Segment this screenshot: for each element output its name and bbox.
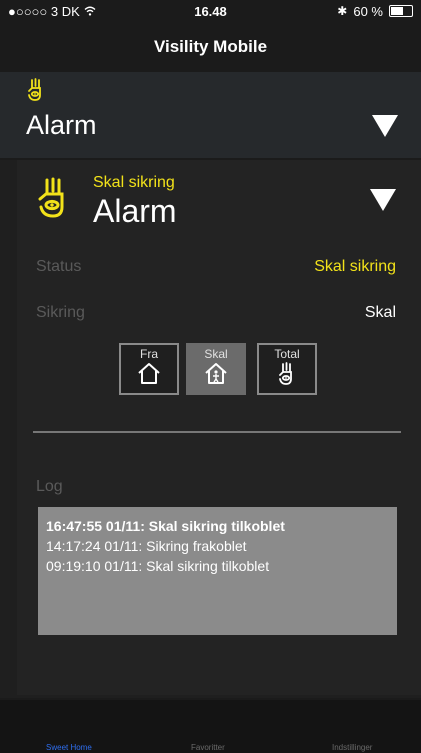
tab-indstillinger[interactable]: Indstillinger (332, 743, 372, 752)
item-collapse-icon[interactable] (370, 189, 396, 211)
log-entry: 14:17:24 01/11: Sikring frakoblet (46, 538, 247, 554)
status-value: Skal sikring (314, 258, 396, 275)
bluetooth-icon: ✱ (337, 4, 348, 18)
battery-group: ✱ 60 % (337, 4, 413, 19)
hand-eye-icon (26, 78, 46, 107)
carrier-group: ●○○○○ 3 DK (8, 4, 96, 19)
mode-label: Total (274, 347, 300, 361)
hand-eye-icon (277, 361, 297, 392)
log-entry: 16:47:55 01/11: Skal sikring tilkoblet (46, 518, 285, 534)
log-entry: 09:19:10 01/11: Skal sikring tilkoblet (46, 558, 270, 574)
tab-sweet-home[interactable]: Sweet Home (46, 743, 92, 752)
carrier-label: ●○○○○ 3 DK (8, 3, 80, 19)
section-title: Alarm (26, 110, 97, 140)
mode-fra-button[interactable]: Fra (119, 343, 179, 395)
mode-skal-button[interactable]: Skal (186, 343, 246, 395)
mode-label: Skal (204, 347, 228, 361)
battery-icon (389, 5, 413, 17)
section-collapse-icon[interactable] (372, 115, 398, 137)
divider (33, 431, 401, 433)
sikring-value: Skal (364, 304, 396, 321)
hand-eye-icon (36, 177, 70, 224)
app-title: Visility Mobile (153, 37, 268, 56)
log-label: Log (36, 478, 63, 495)
log-box[interactable]: 16:47:55 01/11: Skal sikring tilkoblet 1… (38, 507, 397, 635)
battery-label: 60 % (353, 3, 383, 19)
house-icon (136, 361, 162, 390)
tab-favoritter[interactable]: Favoritter (191, 743, 225, 752)
status-bar: ●○○○○ 3 DK 16.48 ✱ 60 % (0, 0, 421, 22)
status-label: Status (36, 258, 82, 275)
item-title: Alarm (93, 193, 177, 229)
house-person-icon (203, 361, 229, 390)
mode-label: Fra (140, 347, 158, 361)
sikring-label: Sikring (36, 304, 85, 321)
item-subtitle: Skal sikring (93, 174, 175, 191)
wifi-icon (84, 4, 96, 19)
mode-total-button[interactable]: Total (257, 343, 317, 395)
